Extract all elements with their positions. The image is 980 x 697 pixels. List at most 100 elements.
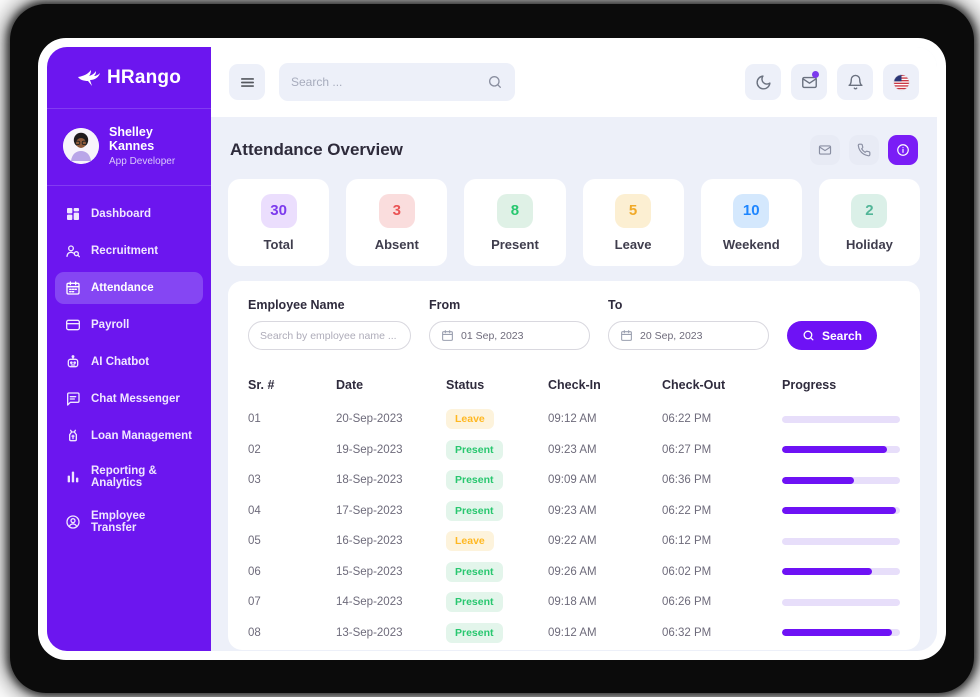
table-row: 02 19-Sep-2023 Present 09:23 AM 06:27 PM	[248, 435, 900, 466]
calendar-icon	[65, 280, 81, 296]
status-badge: Present	[446, 592, 503, 613]
employee-name-field: Employee Name	[248, 298, 411, 350]
date-cell: 18-Sep-2023	[336, 474, 403, 487]
date-cell: 20-Sep-2023	[336, 413, 403, 426]
employee-name-input[interactable]	[260, 329, 399, 342]
check-out-cell: 06:32 PM	[662, 626, 712, 639]
stat-card-holiday: 2 Holiday	[818, 179, 921, 266]
column-header: Check-In	[548, 378, 601, 392]
employee-name-label: Employee Name	[248, 298, 345, 312]
sidebar-item-label: Payroll	[91, 319, 130, 331]
search-icon	[802, 329, 815, 342]
stat-value: 30	[260, 193, 297, 228]
to-date-input[interactable]	[608, 321, 769, 350]
serial-number: 02	[248, 443, 261, 456]
date-cell: 15-Sep-2023	[336, 565, 403, 578]
status-badge: Present	[446, 500, 503, 521]
sidebar-item-ai-chatbot[interactable]: AI Chatbot	[55, 346, 203, 378]
progress-bar	[782, 598, 900, 606]
notifications-button[interactable]	[837, 64, 873, 100]
payroll-icon	[65, 317, 81, 333]
check-in-cell: 09:26 AM	[548, 565, 597, 578]
stat-label: Leave	[614, 236, 652, 252]
progress-fill	[782, 507, 897, 515]
brand-name: HRango	[106, 66, 182, 88]
page-header: Attendance Overview	[230, 135, 918, 165]
date-cell: 13-Sep-2023	[336, 626, 403, 639]
progress-cell	[782, 629, 900, 637]
page-title: Attendance Overview	[230, 140, 403, 159]
recruitment-icon	[65, 243, 81, 259]
robot-icon	[65, 354, 81, 370]
info-icon	[896, 143, 910, 157]
stat-value: 10	[733, 193, 770, 228]
topbar-actions	[745, 64, 919, 100]
filter-search-button[interactable]: Search	[787, 321, 877, 350]
sidebar-item-attendance[interactable]: Attendance	[55, 272, 203, 304]
sidebar-item-label: Employee Transfer	[91, 510, 146, 534]
sidebar-item-loan-management[interactable]: Loan Management	[55, 420, 203, 452]
status-cell: Present	[446, 592, 548, 613]
user-name: Shelley Kannes	[109, 125, 155, 153]
bell-icon	[847, 74, 864, 91]
progress-cell	[782, 446, 900, 454]
bar-chart-icon	[65, 469, 81, 485]
serial-number: 06	[248, 565, 261, 578]
app-window: HRango Shelley Kannes App Developer Dash…	[38, 38, 946, 660]
brand-logo[interactable]: HRango	[47, 47, 211, 109]
table-row: 08 13-Sep-2023 Present 09:12 AM 06:32 PM	[248, 618, 900, 649]
call-action-button[interactable]	[849, 135, 879, 165]
user-profile[interactable]: Shelley Kannes App Developer	[47, 109, 211, 186]
sidebar-item-label: Dashboard	[91, 208, 152, 220]
stat-label: Holiday	[845, 236, 893, 252]
to-date-field: To	[608, 298, 769, 350]
sidebar-item-recruitment[interactable]: Recruitment	[55, 235, 203, 267]
from-date-input[interactable]	[429, 321, 590, 350]
sidebar-item-reporting-analytics[interactable]: Reporting & Analytics	[55, 457, 203, 497]
search-input[interactable]	[291, 75, 479, 89]
calendar-icon	[620, 329, 633, 342]
status-badge: Leave	[446, 409, 494, 430]
dark-mode-button[interactable]	[745, 64, 781, 100]
progress-cell	[782, 507, 900, 515]
sidebar-item-chat-messenger[interactable]: Chat Messenger	[55, 383, 203, 415]
messages-button[interactable]	[791, 64, 827, 100]
check-in-cell: 09:23 AM	[548, 504, 597, 517]
language-button[interactable]	[883, 64, 919, 100]
serial-number: 05	[248, 535, 261, 548]
menu-button[interactable]	[229, 64, 265, 100]
table-row: 06 15-Sep-2023 Present 09:26 AM 06:02 PM	[248, 557, 900, 588]
progress-fill	[782, 629, 892, 637]
progress-cell	[782, 598, 900, 606]
attendance-table: Sr. # Date Status Check-In Check-Out Progress…	[248, 372, 900, 648]
to-date-value[interactable]	[640, 329, 757, 342]
moon-icon	[755, 74, 772, 91]
sidebar-item-dashboard[interactable]: Dashboard	[55, 198, 203, 230]
from-date-value[interactable]	[461, 329, 578, 342]
status-cell: Present	[446, 622, 548, 643]
sidebar-item-employee-transfer[interactable]: Employee Transfer	[55, 502, 203, 542]
table-row: 07 14-Sep-2023 Present 09:18 AM 06:26 PM	[248, 587, 900, 618]
progress-bar	[782, 446, 900, 454]
serial-number: 01	[248, 413, 261, 426]
topbar	[211, 47, 937, 117]
info-button[interactable]	[888, 135, 918, 165]
serial-number: 04	[248, 504, 261, 517]
email-action-button[interactable]	[810, 135, 840, 165]
dashboard-icon	[65, 206, 81, 222]
progress-bar	[782, 507, 900, 515]
notification-dot	[812, 71, 819, 78]
check-out-cell: 06:26 PM	[662, 596, 712, 609]
check-in-cell: 09:23 AM	[548, 443, 597, 456]
table-header-row: Sr. # Date Status Check-In Check-Out Progress	[248, 372, 900, 398]
status-badge: Present	[446, 561, 503, 582]
progress-cell	[782, 476, 900, 484]
stats-row: 30 Total 3 Absent 8 Present 5 Leave 10 Weekend 2 Ho…	[228, 179, 921, 266]
from-date-field: From	[429, 298, 590, 350]
stat-value: 8	[496, 193, 533, 228]
from-date-label: From	[429, 298, 461, 312]
calendar-icon	[441, 329, 454, 342]
progress-cell	[782, 415, 900, 423]
sidebar-item-payroll[interactable]: Payroll	[55, 309, 203, 341]
status-cell: Leave	[446, 531, 548, 552]
